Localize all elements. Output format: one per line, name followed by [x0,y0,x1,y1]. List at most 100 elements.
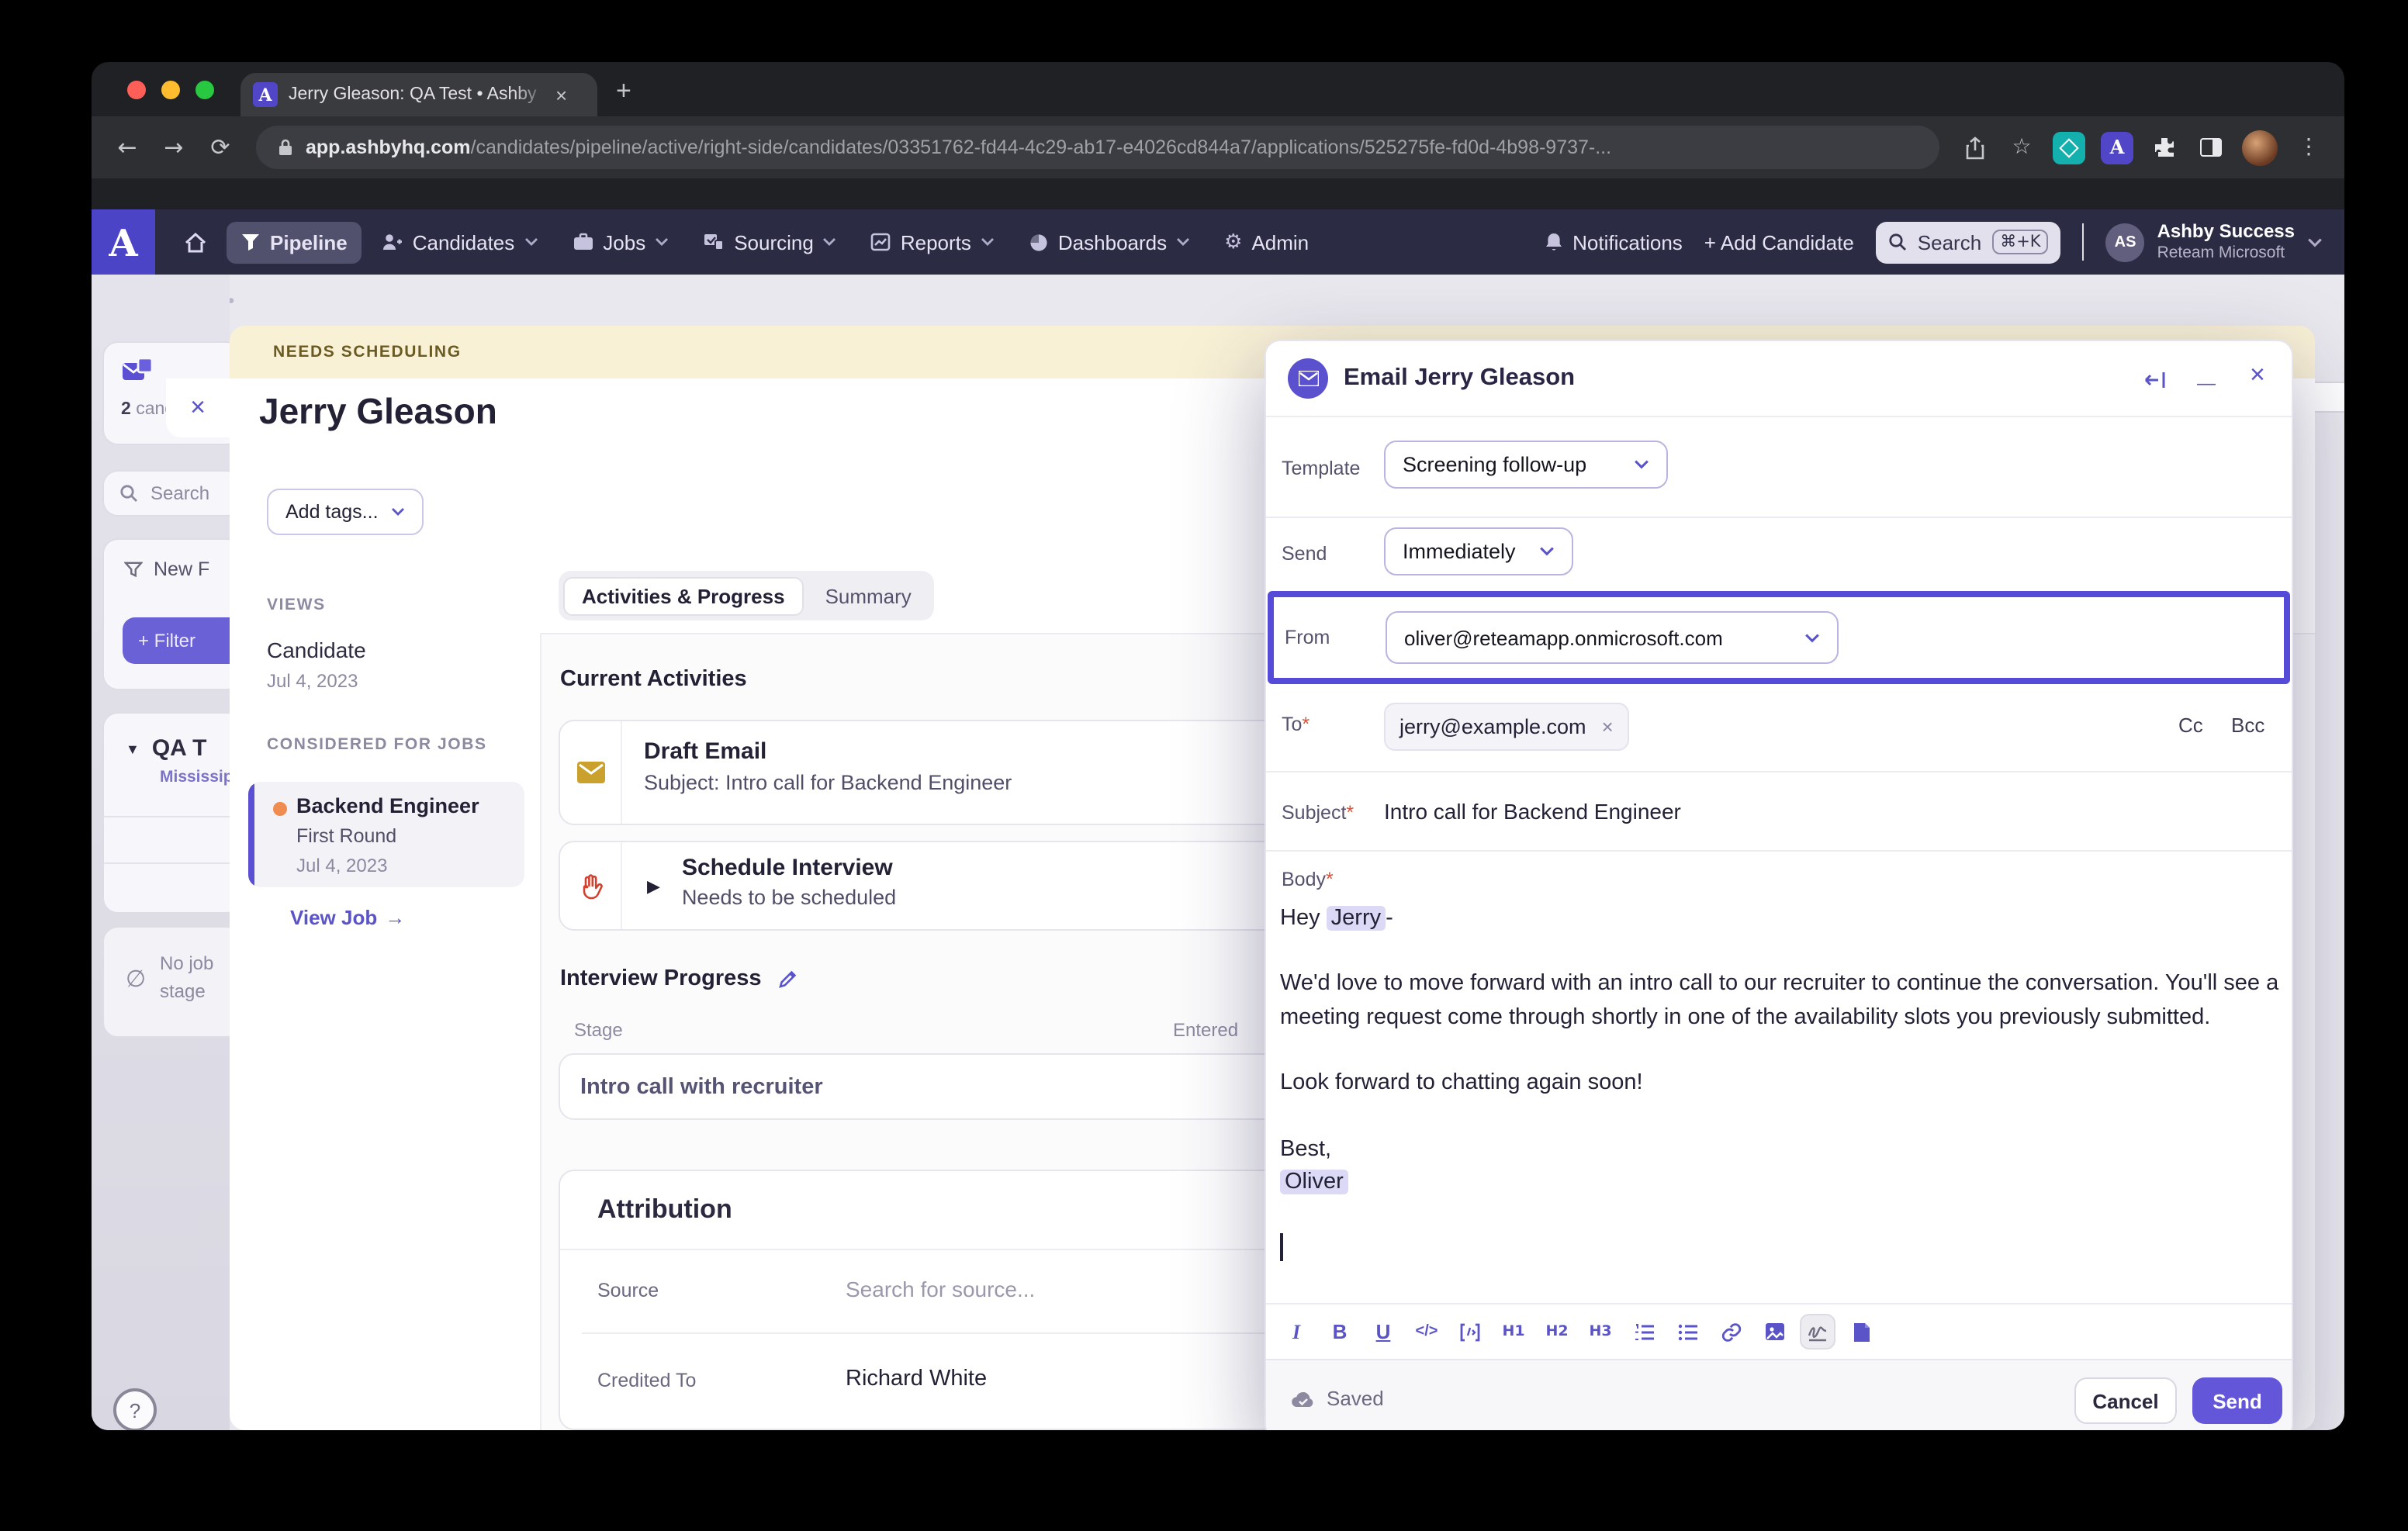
account-org: Reteam Microsoft [2157,243,2285,262]
browser-tab[interactable]: A Jerry Gleason: QA Test • Ashby × [240,73,597,116]
reload-icon[interactable]: ⟳ [200,133,240,161]
bullet-list-button[interactable] [1669,1314,1705,1350]
tab-title: Jerry Gleason: QA Test • Ashby [289,85,549,104]
chevron-down-icon [524,238,538,246]
underline-button[interactable]: U [1365,1314,1401,1350]
nav-item-sourcing[interactable]: Sourcing [689,221,851,263]
nav-divider [2082,223,2085,261]
link-button[interactable] [1713,1314,1749,1350]
saved-view-card[interactable]: New F + Filter [102,538,230,690]
nav-item-reports[interactable]: Reports [857,221,1009,263]
cc-button[interactable]: Cc [2178,714,2203,737]
browser-toolbar: ← → ⟳ app.ashbyhq.com /candidates/pipeli… [92,116,2344,178]
address-bar[interactable]: app.ashbyhq.com /candidates/pipeline/act… [256,126,1939,169]
view-item-name[interactable]: Candidate [267,638,366,662]
nav-item-pipeline[interactable]: Pipeline [227,221,362,263]
nav-item-dashboards[interactable]: Dashboards [1015,221,1204,263]
send-when-select[interactable]: Immediately [1384,527,1573,575]
new-tab-button[interactable]: + [616,76,631,107]
account-name: Ashby Success [2157,219,2295,242]
template-select[interactable]: Screening follow-up [1384,441,1668,489]
forward-icon[interactable]: → [154,133,194,161]
side-panel-icon[interactable] [2191,138,2231,157]
chip-remove-icon[interactable]: × [1601,715,1613,738]
recipient-chip[interactable]: jerry@example.com × [1384,703,1629,751]
sidebar-search-input[interactable]: Search [102,470,230,517]
body-greeting: Hey Jerry - [1280,906,1393,931]
template-doc-button[interactable] [1843,1314,1879,1350]
global-search-input[interactable]: Search ⌘+K [1875,221,2061,263]
traffic-light-close[interactable] [127,80,146,99]
modal-close-icon[interactable]: × [2250,360,2265,391]
credited-to-value[interactable]: Richard White [846,1367,987,1391]
view-job-link[interactable]: View Job → [290,906,405,929]
send-button[interactable]: Send [2192,1377,2282,1424]
inline-code-button[interactable]: </> [1409,1314,1444,1350]
help-button[interactable]: ? [113,1388,157,1430]
chevron-down-icon [823,238,836,246]
ashby-extension-icon[interactable]: A [2101,131,2133,164]
from-select[interactable]: oliver@reteamapp.onmicrosoft.com [1386,611,1839,664]
extensions-puzzle-icon[interactable] [2144,135,2185,160]
nav-home[interactable] [171,223,220,261]
add-candidate-button[interactable]: + Add Candidate [1704,230,1854,254]
save-status: Saved [1291,1387,1384,1410]
subject-label: Subject* [1282,802,1354,824]
teal-extension-icon[interactable] [2053,131,2085,164]
ordered-list-button[interactable] [1626,1314,1662,1350]
drawer-close-button[interactable]: × [166,378,230,437]
view-item-date: Jul 4, 2023 [267,670,358,692]
tab-close-icon[interactable]: × [555,85,567,105]
tab-summary[interactable]: Summary [807,578,930,613]
email-modal: Email Jerry Gleason — × Template Screeni… [1265,340,2293,1430]
from-field-highlight: From oliver@reteamapp.onmicrosoft.com [1268,591,2290,684]
share-icon[interactable] [1955,136,1995,159]
job-location-link[interactable]: Mississip [104,762,230,786]
add-tags-dropdown[interactable]: Add tags... [267,489,424,535]
modal-title: Email Jerry Gleason [1344,365,1576,391]
nav-item-jobs[interactable]: Jobs [558,221,683,263]
h2-button[interactable]: H2 [1539,1314,1575,1350]
status-dot [273,802,287,816]
code-block-button[interactable] [1452,1314,1488,1350]
subject-input[interactable]: Intro call for Backend Engineer [1384,799,1681,824]
token-sender-name: Oliver [1280,1170,1348,1195]
italic-button[interactable]: I [1278,1314,1314,1350]
insert-image-button[interactable] [1756,1314,1792,1350]
edit-pencil-icon[interactable] [777,969,797,989]
nav-item-admin[interactable]: ⚙ Admin [1210,221,1323,263]
popout-icon[interactable] [2144,371,2166,389]
funnel-icon [242,234,259,251]
source-input[interactable]: Search for source... [846,1277,1035,1301]
mail-send-icon [123,357,154,380]
envelope-icon [576,762,604,783]
back-icon[interactable]: ← [107,133,147,161]
add-filter-button[interactable]: + Filter [123,617,230,664]
banner-label: NEEDS SCHEDULING [273,343,462,361]
cancel-button[interactable]: Cancel [2074,1377,2177,1424]
account-menu[interactable]: AS Ashby Success Reteam Microsoft [2105,219,2323,264]
ashby-logo[interactable]: A [92,209,155,275]
job-application-card[interactable]: Backend Engineer First Round Jul 4, 2023 [248,782,524,887]
minimize-icon[interactable]: — [2197,372,2216,394]
traffic-light-minimize[interactable] [161,80,180,99]
nav-item-candidates[interactable]: Candidates [368,221,552,263]
bold-button[interactable]: B [1322,1314,1358,1350]
views-label: VIEWS [267,596,326,614]
signature-button[interactable] [1800,1314,1835,1350]
tab-activities-progress[interactable]: Activities & Progress [563,576,804,615]
email-body-editor[interactable]: Hey Jerry - We'd love to move forward wit… [1280,903,2281,1261]
expand-play-icon[interactable]: ▶ [647,876,660,896]
arrow-right-icon: → [385,906,406,929]
notifications-button[interactable]: Notifications [1543,230,1683,254]
h3-button[interactable]: H3 [1583,1314,1618,1350]
traffic-light-zoom[interactable] [195,80,214,99]
browser-profile-avatar[interactable] [2242,130,2278,165]
browser-menu-icon[interactable]: ⋮ [2289,135,2329,160]
bcc-button[interactable]: Bcc [2231,714,2264,737]
collapse-caret-icon[interactable]: ▼ [126,741,140,756]
column-stage: Stage [574,1019,623,1041]
browser-tab-bar: A Jerry Gleason: QA Test • Ashby × + [92,62,2344,116]
bookmark-star-icon[interactable]: ☆ [2001,135,2042,160]
h1-button[interactable]: H1 [1496,1314,1531,1350]
